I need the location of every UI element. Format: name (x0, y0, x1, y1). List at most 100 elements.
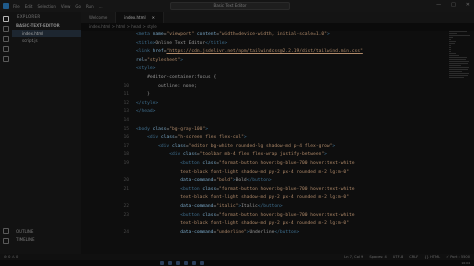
search-icon[interactable] (168, 261, 172, 265)
code-token: <div (136, 143, 172, 149)
code-token: </title> (205, 40, 228, 46)
code-token: text-black font-light shadow-md py-2 px-… (136, 169, 349, 175)
run-debug-icon[interactable] (3, 46, 9, 52)
line-number: 14 (123, 118, 129, 123)
code-text: data-command="italic">Italic</button> (136, 203, 283, 211)
editor-tabs: Welcome index.html ✕ (81, 12, 474, 23)
vscode-taskbar-icon[interactable] (192, 261, 196, 265)
code-text: data-command="underline">Underline</butt… (136, 229, 299, 237)
code-token: <style> (136, 66, 156, 72)
minimap-line (449, 63, 469, 64)
code-token: class (171, 143, 186, 149)
app-icon[interactable] (200, 261, 204, 265)
explorer-sidebar: EXPLORER BASIC-TEXT-EDITOR index.html sc… (12, 12, 81, 254)
line-number: 17 (123, 143, 129, 149)
minimap-line (449, 33, 458, 34)
minimap-line (449, 77, 464, 78)
menu-item[interactable]: … (99, 4, 103, 9)
code-token: </button> (246, 178, 272, 184)
code-token: <link (136, 49, 153, 55)
tab-welcome[interactable]: Welcome (81, 12, 117, 23)
code-token: data-command (136, 204, 214, 209)
code-token: class (160, 135, 175, 141)
code-token: class (152, 126, 167, 132)
code-editor[interactable]: <meta name="viewport" content="width=dev… (81, 31, 474, 254)
minimap-line (449, 69, 469, 70)
outline-section[interactable]: OUTLINE (12, 228, 81, 235)
vscode-logo-icon (3, 3, 9, 9)
code-token: class (183, 152, 197, 158)
browser-icon[interactable] (176, 261, 180, 265)
file-item-index-html[interactable]: index.html (12, 30, 81, 37)
code-text: </style> (136, 100, 158, 108)
explorer-header: EXPLORER (17, 14, 41, 19)
minimap-line (449, 31, 467, 32)
code-token: Online Text Editor (155, 40, 206, 46)
minimap-line (449, 45, 451, 46)
code-text: outline: none; (136, 83, 197, 91)
source-control-icon[interactable] (3, 36, 9, 42)
project-folder[interactable]: BASIC-TEXT-EDITOR (12, 22, 81, 30)
gear-icon[interactable] (3, 238, 9, 244)
code-token: "width=device-width, initial-scale=1.0" (219, 32, 327, 37)
code-text: } (136, 91, 150, 99)
maximize-icon[interactable]: □ (451, 2, 456, 8)
minimap-line (449, 39, 451, 40)
minimap-line (449, 65, 462, 66)
breadcrumb[interactable]: index.html > html > head > style (81, 23, 474, 31)
file-item-script-js[interactable]: script.js (12, 37, 81, 44)
minimap-line (449, 75, 469, 76)
minimize-icon[interactable]: — (436, 2, 441, 8)
menu-bar: File Edit Selection View Go Run … (13, 4, 103, 9)
code-token: } (136, 92, 150, 98)
code-token: Underline (249, 229, 275, 235)
command-center-search[interactable]: Basic Text Editor (170, 2, 290, 10)
code-token: > (180, 57, 184, 63)
extensions-icon[interactable] (3, 56, 9, 62)
line-number: 22 (123, 204, 129, 209)
explorer-icon[interactable] (3, 16, 9, 22)
code-text: <meta name="viewport" content="width=dev… (136, 31, 330, 39)
code-token: name (152, 32, 164, 37)
code-text: <style> (136, 65, 155, 73)
tab-index-html[interactable]: index.html ✕ (116, 12, 164, 23)
activity-bar (0, 12, 12, 254)
code-token: > (205, 126, 208, 132)
search-icon[interactable] (3, 26, 9, 32)
code-token: Bold (235, 178, 247, 184)
code-token: <body (136, 126, 153, 132)
problems-indicator[interactable]: ⊘ 0 ⚠ 0 (0, 255, 18, 259)
close-tab-icon[interactable]: ✕ (152, 15, 155, 20)
minimap[interactable] (449, 31, 471, 151)
menu-item[interactable]: Go (75, 4, 81, 9)
menu-item[interactable]: Selection (37, 4, 55, 9)
code-token: </button> (274, 229, 300, 235)
minimap-line (449, 51, 451, 52)
menu-item[interactable]: File (13, 4, 20, 9)
folder-icon[interactable] (184, 261, 188, 265)
minimap-line (449, 35, 470, 36)
account-icon[interactable] (3, 228, 9, 234)
code-token: <button (136, 161, 203, 166)
code-token: > (326, 32, 330, 37)
menu-item[interactable]: Edit (25, 4, 33, 9)
code-token: outline: none; (136, 83, 197, 89)
timeline-section[interactable]: TIMELINE (12, 236, 81, 243)
code-token: > (324, 152, 327, 158)
close-icon[interactable]: ✕ (466, 2, 470, 8)
minimap-line (449, 71, 463, 72)
taskbar-icons (160, 261, 204, 265)
menu-item[interactable]: View (61, 4, 71, 9)
taskbar: 16:04 (0, 260, 474, 266)
code-token: "editor bg-white rounded-lg shadow-md p-… (188, 143, 333, 149)
code-text: data-command="bold">Bold</button> (136, 177, 272, 185)
code-token: "underline" (216, 229, 247, 235)
minimap-line (449, 47, 451, 48)
code-token: </button> (257, 204, 283, 209)
code-token: > (243, 135, 247, 141)
code-token: class (202, 186, 217, 192)
start-icon[interactable] (160, 261, 164, 265)
code-text: text-black font-light shadow-md py-2 px-… (136, 194, 349, 202)
minimap-line (449, 55, 459, 56)
menu-item[interactable]: Run (86, 4, 94, 9)
